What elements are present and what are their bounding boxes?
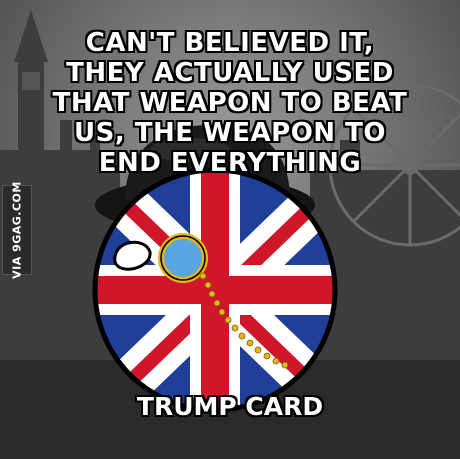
caption-line-4: US, THE WEAPON TO xyxy=(74,118,386,148)
caption-line-5: END EVERYTHING xyxy=(98,148,362,178)
caption-line-1: CAN'T BELIEVED IT, xyxy=(85,28,375,58)
meme-image: CAN'T BELIEVED IT, THEY ACTUALLY USED TH… xyxy=(0,0,460,459)
caption-line-3: THAT WEAPON TO BEAT xyxy=(52,88,408,118)
bottom-caption: TRUMP CARD xyxy=(136,392,324,421)
top-caption: CAN'T BELIEVED IT, THEY ACTUALLY USED TH… xyxy=(10,28,450,178)
watermark-text: VIA 9GAG.COM xyxy=(10,181,24,279)
watermark: VIA 9GAG.COM xyxy=(2,181,32,279)
caption-line-2: THEY ACTUALLY USED xyxy=(66,58,394,88)
